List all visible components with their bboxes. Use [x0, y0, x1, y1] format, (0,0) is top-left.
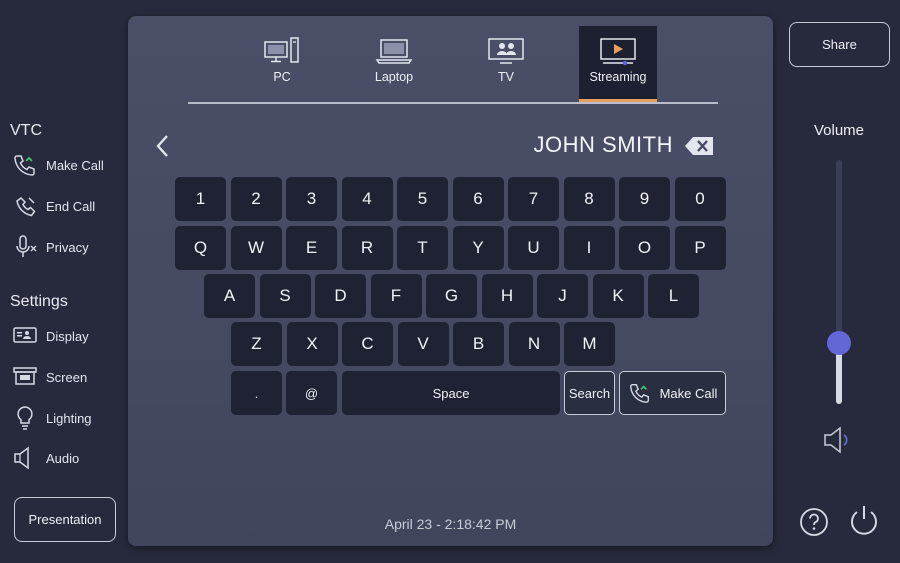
on-screen-keyboard: . @ Space Search Make Call 1234567890 QWE… — [128, 16, 773, 436]
key-d[interactable]: D — [315, 274, 366, 318]
key-space[interactable]: Space — [342, 371, 560, 415]
make-call-key-label: Make Call — [659, 385, 718, 401]
key-o[interactable]: O — [619, 226, 670, 270]
key-w[interactable]: W — [230, 226, 282, 270]
key-f[interactable]: F — [370, 274, 422, 318]
settings-section-title: Settings — [10, 293, 68, 310]
key-a[interactable]: A — [204, 274, 255, 318]
sidebar-item-privacy[interactable]: Privacy — [12, 232, 89, 262]
key-1[interactable]: 1 — [175, 177, 226, 221]
sidebar-item-make-call[interactable]: Make Call — [12, 150, 104, 180]
key-k[interactable]: K — [592, 274, 644, 318]
key-2[interactable]: 2 — [230, 177, 282, 221]
key-p[interactable]: P — [674, 226, 726, 270]
key-e[interactable]: E — [286, 226, 337, 270]
key-t[interactable]: T — [397, 226, 448, 270]
sidebar-item-label: Make Call — [46, 157, 104, 173]
key-4[interactable]: 4 — [341, 177, 393, 221]
display-icon — [12, 323, 38, 349]
phone-call-icon — [628, 381, 652, 405]
phone-call-icon — [12, 152, 38, 178]
key-z[interactable]: Z — [231, 322, 282, 366]
speaker-icon — [12, 445, 38, 471]
sidebar-item-label: Privacy — [46, 239, 89, 255]
key-s[interactable]: S — [259, 274, 311, 318]
sidebar-item-end-call[interactable]: End Call — [12, 191, 95, 221]
sidebar-item-display[interactable]: Display — [12, 321, 89, 351]
sidebar-item-label: Lighting — [46, 410, 92, 426]
lightbulb-icon — [12, 405, 38, 431]
vtc-section-title: VTC — [10, 122, 42, 139]
key-j[interactable]: J — [537, 274, 588, 318]
sidebar-item-label: Display — [46, 328, 89, 344]
key-v[interactable]: V — [397, 322, 449, 366]
main-panel: PC Laptop TV Streaming JOHN SMITH . @ Sp… — [128, 16, 773, 546]
key-r[interactable]: R — [341, 226, 393, 270]
sidebar-item-label: Audio — [46, 450, 80, 466]
make-call-key[interactable]: Make Call — [619, 371, 726, 415]
key-c[interactable]: C — [342, 322, 393, 366]
key-h[interactable]: H — [481, 274, 533, 318]
date-time: April 23 - 2:18:42 PM — [384, 516, 517, 532]
key-m[interactable]: M — [564, 322, 615, 366]
volume-label: Volume — [813, 122, 865, 139]
power-icon[interactable] — [848, 504, 880, 538]
key-0[interactable]: 0 — [674, 177, 726, 221]
speaker-mute-icon[interactable] — [822, 425, 854, 455]
key-l[interactable]: L — [648, 274, 699, 318]
key-i[interactable]: I — [563, 226, 615, 270]
projector-screen-icon — [12, 364, 38, 390]
microphone-mute-icon — [12, 234, 38, 260]
key-y[interactable]: Y — [452, 226, 504, 270]
search-key[interactable]: Search — [564, 371, 615, 415]
key-7[interactable]: 7 — [508, 177, 559, 221]
presentation-button[interactable]: Presentation — [14, 497, 116, 542]
key-u[interactable]: U — [508, 226, 559, 270]
key-at[interactable]: @ — [286, 371, 337, 415]
key-3[interactable]: 3 — [286, 177, 337, 221]
share-button[interactable]: Share — [789, 22, 890, 67]
help-icon[interactable] — [799, 507, 829, 537]
sidebar-item-screen[interactable]: Screen — [12, 362, 87, 392]
key-q[interactable]: Q — [175, 226, 226, 270]
key-b[interactable]: B — [453, 322, 504, 366]
key-8[interactable]: 8 — [563, 177, 615, 221]
sidebar-item-audio[interactable]: Audio — [12, 443, 79, 473]
sidebar-item-label: Screen — [46, 369, 88, 385]
key-9[interactable]: 9 — [619, 177, 670, 221]
key-5[interactable]: 5 — [397, 177, 448, 221]
key-n[interactable]: N — [508, 322, 560, 366]
key-g[interactable]: G — [426, 274, 477, 318]
phone-hangup-icon — [12, 193, 38, 219]
volume-slider-thumb[interactable] — [827, 331, 851, 355]
key-6[interactable]: 6 — [452, 177, 504, 221]
key-x[interactable]: X — [286, 322, 338, 366]
sidebar-item-lighting[interactable]: Lighting — [12, 403, 92, 433]
sidebar-item-label: End Call — [46, 198, 96, 214]
key-period[interactable]: . — [231, 371, 282, 415]
